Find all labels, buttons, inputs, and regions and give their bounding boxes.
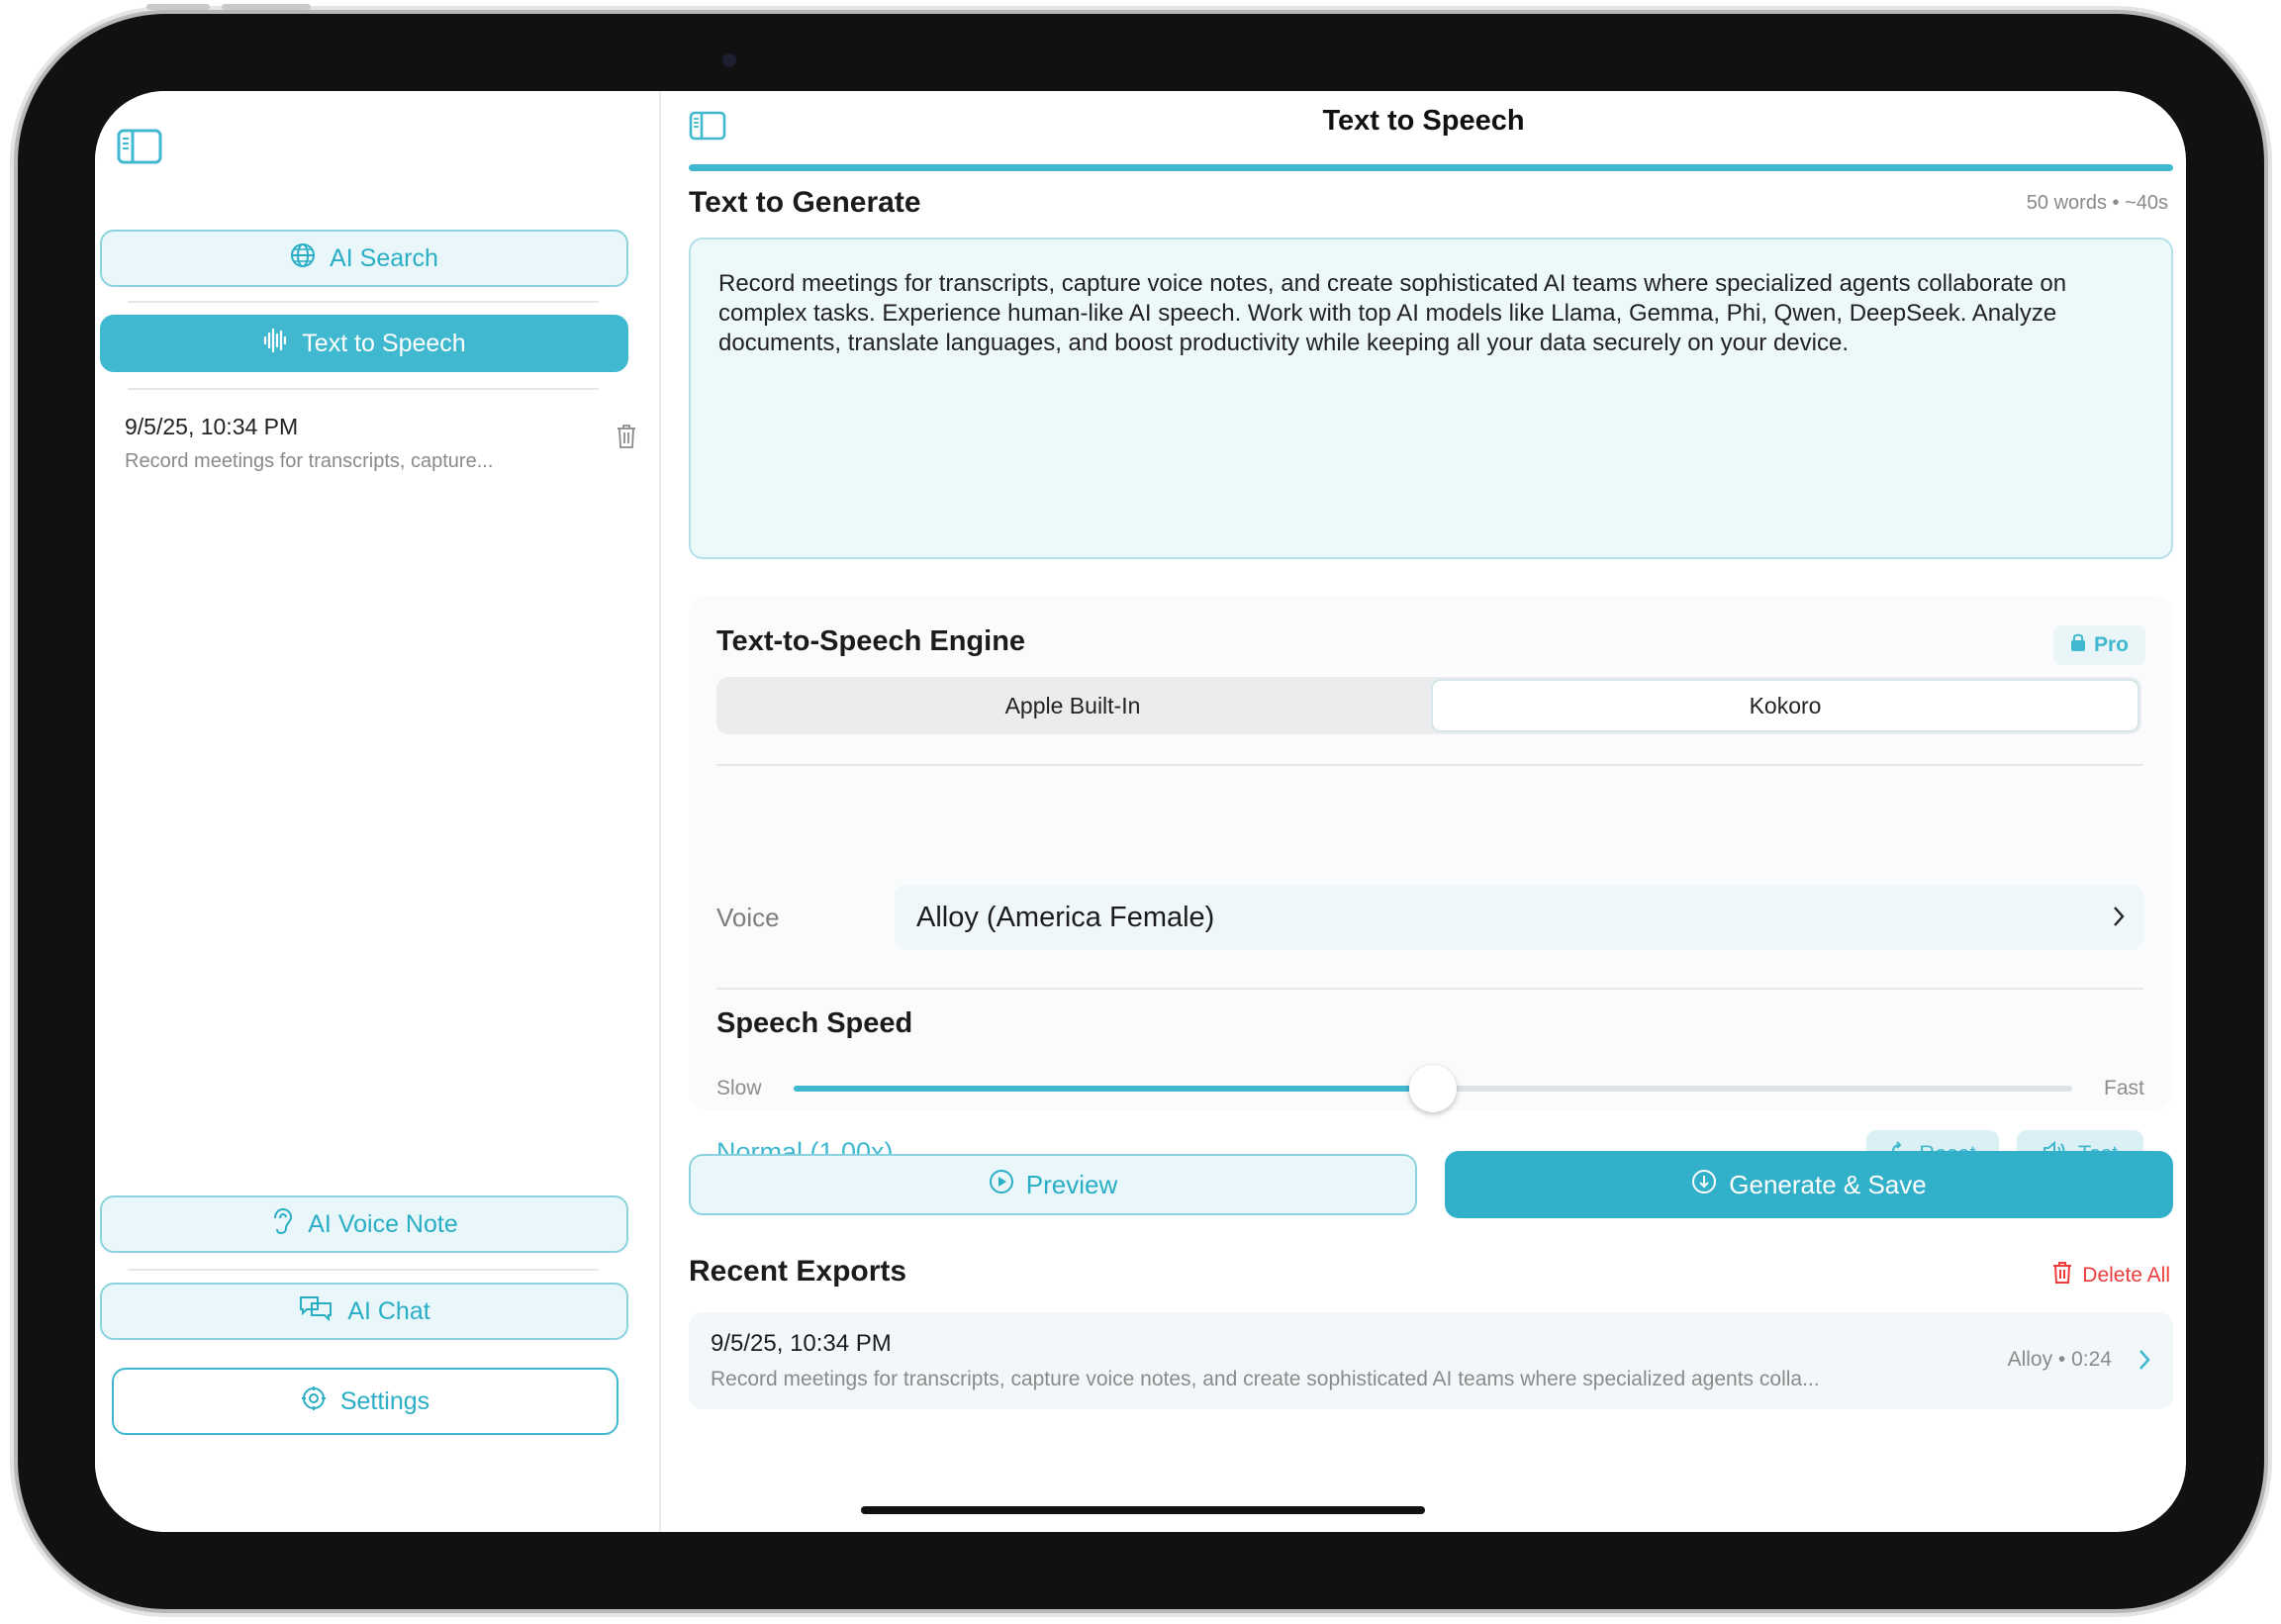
gear-icon (301, 1385, 327, 1418)
ear-icon (270, 1207, 294, 1242)
generate-save-label: Generate & Save (1729, 1169, 1927, 1199)
progress-bar (689, 164, 2173, 171)
engine-option-kokoro[interactable]: Kokoro (1431, 679, 2139, 732)
divider (128, 301, 599, 303)
settings-button[interactable]: Settings (112, 1368, 618, 1435)
engine-card: Text-to-Speech Engine Pro Apple Built-In… (689, 596, 2173, 1178)
home-indicator (861, 1506, 1425, 1514)
screen: AI Search Text to Speech 9/5/25, 10:34 P… (95, 91, 2186, 1532)
voice-value: Alloy (America Female) (916, 902, 1215, 933)
settings-label: Settings (339, 1386, 430, 1415)
pro-badge: Pro (2053, 625, 2145, 665)
chevron-right-icon (2138, 1348, 2151, 1377)
history-date: 9/5/25, 10:34 PM (125, 414, 299, 439)
lock-icon (2070, 632, 2086, 658)
preview-button[interactable]: Preview (689, 1154, 1417, 1215)
recent-exports-title: Recent Exports (689, 1255, 907, 1288)
history-snippet: Record meetings for transcripts, capture… (125, 450, 494, 472)
globe-icon (290, 242, 316, 275)
voice-label: Voice (716, 903, 780, 932)
delete-all-button[interactable]: Delete All (2052, 1261, 2170, 1290)
speed-title: Speech Speed (716, 1007, 913, 1039)
word-count-meta: 50 words • ~40s (2026, 192, 2168, 214)
engine-option-apple[interactable]: Apple Built-In (716, 677, 1429, 734)
download-circle-icon (1691, 1169, 1717, 1201)
volume-button (146, 4, 210, 10)
ai-chat-button[interactable]: AI Chat (100, 1283, 628, 1340)
fast-label: Fast (2104, 1077, 2144, 1099)
export-snippet: Record meetings for transcripts, capture… (711, 1368, 1820, 1390)
text-to-speech-label: Text to Speech (302, 329, 466, 357)
chat-bubbles-icon (298, 1294, 333, 1329)
pro-label: Pro (2093, 633, 2129, 656)
text-section-title: Text to Generate (689, 186, 921, 219)
generate-save-button[interactable]: Generate & Save (1445, 1151, 2173, 1218)
divider (716, 988, 2143, 990)
preview-label: Preview (1025, 1169, 1118, 1199)
sidebar-toggle-icon[interactable] (117, 129, 162, 164)
ai-search-button[interactable]: AI Search (100, 230, 628, 287)
chevron-right-icon (2112, 905, 2126, 933)
volume-button (222, 4, 311, 10)
waveform-icon (262, 328, 288, 360)
text-input[interactable]: Record meetings for transcripts, capture… (689, 238, 2173, 559)
speed-slider-fill (794, 1086, 1433, 1092)
engine-title: Text-to-Speech Engine (716, 625, 1026, 657)
ai-search-label: AI Search (330, 243, 438, 272)
voice-picker[interactable]: Alloy (America Female) (895, 885, 2143, 950)
main-content: Text to Speech Text to Generate 50 words… (661, 91, 2186, 1532)
export-item[interactable]: 9/5/25, 10:34 PM Record meetings for tra… (689, 1312, 2173, 1409)
text-to-speech-button[interactable]: Text to Speech (100, 315, 628, 372)
trash-icon (2052, 1261, 2072, 1290)
divider (128, 388, 599, 390)
divider (716, 764, 2143, 766)
trash-icon[interactable] (616, 424, 637, 454)
camera-dot (722, 53, 736, 67)
ai-chat-label: AI Chat (347, 1296, 430, 1325)
ai-voice-note-button[interactable]: AI Voice Note (100, 1195, 628, 1253)
ai-voice-note-label: AI Voice Note (308, 1209, 458, 1238)
sidebar: AI Search Text to Speech 9/5/25, 10:34 P… (95, 91, 661, 1532)
speed-slider-knob[interactable] (1409, 1065, 1457, 1112)
history-item[interactable]: 9/5/25, 10:34 PM Record meetings for tra… (125, 414, 639, 473)
delete-all-label: Delete All (2082, 1264, 2170, 1287)
export-meta: Alloy • 0:24 (2007, 1348, 2112, 1371)
export-date: 9/5/25, 10:34 PM (711, 1330, 892, 1357)
page-title: Text to Speech (1322, 105, 1525, 137)
slow-label: Slow (716, 1077, 762, 1099)
divider (128, 1269, 599, 1271)
engine-segmented-control: Apple Built-In Kokoro (716, 677, 2141, 734)
play-circle-icon (989, 1169, 1014, 1201)
